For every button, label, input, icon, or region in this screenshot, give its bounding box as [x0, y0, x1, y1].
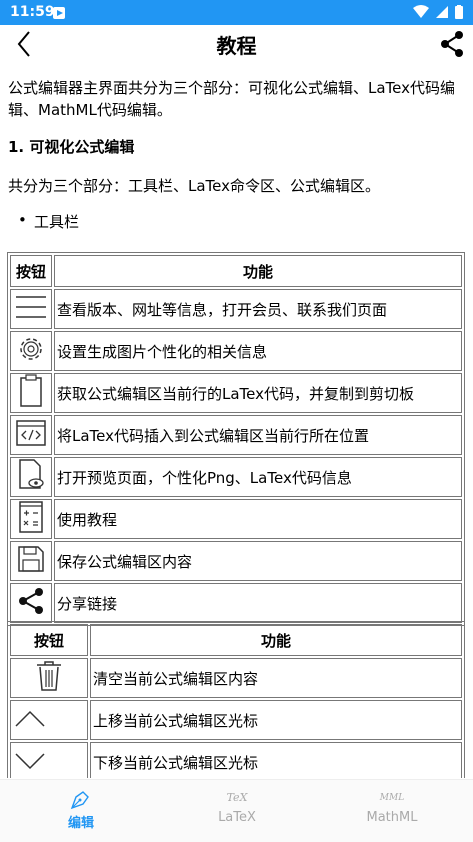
table-row: 分享链接	[10, 583, 462, 623]
table-header: 按钮	[10, 624, 88, 656]
table-cell: 使用教程	[54, 499, 462, 539]
table-header: 功能	[54, 255, 462, 287]
table-cell: 保存公式编辑区内容	[54, 541, 462, 581]
chevron-up-icon	[15, 710, 45, 727]
save-icon	[18, 546, 44, 572]
status-bar: 11:59	[0, 0, 473, 25]
tutorial-content[interactable]: 公式编辑器主界面共分为三个部分：可视化公式编辑、LaTex代码编辑、MathML…	[0, 70, 473, 778]
table-row: 清空当前公式编辑区内容	[10, 658, 462, 698]
icon-cell	[10, 415, 52, 455]
table-row: 将LaTex代码插入到公式编辑区当前行所在位置	[10, 415, 462, 455]
calculator-icon	[19, 501, 43, 533]
intro-text: 公式编辑器主界面共分为三个部分：可视化公式编辑、LaTex代码编辑、MathML…	[8, 79, 456, 119]
status-icons	[413, 5, 463, 19]
table-cell: 上移当前公式编辑区光标	[90, 700, 462, 740]
table-row: 获取公式编辑区当前行的LaTex代码，并复制到剪切板	[10, 373, 462, 413]
icon-cell	[10, 499, 52, 539]
pen-nib-icon	[70, 791, 89, 810]
table-cell: 打开预览页面，个性化Png、LaTex代码信息	[54, 457, 462, 497]
table-cell: 分享链接	[54, 583, 462, 623]
clipboard-icon	[20, 374, 42, 407]
table-cell: 获取公式编辑区当前行的LaTex代码，并复制到剪切板	[54, 373, 462, 413]
section-description: 共分为三个部分：工具栏、LaTex命令区、公式编辑区。	[8, 177, 381, 195]
section-heading: 1. 可视化公式编辑	[8, 138, 135, 156]
preview-file-icon	[19, 459, 44, 489]
tex-icon: TeX	[226, 791, 248, 804]
share-icon	[19, 588, 43, 614]
nav-tab-latex[interactable]: TeX LaTeX	[177, 786, 297, 825]
nav-tab-mathml[interactable]: MML MathML	[332, 786, 452, 825]
trash-icon	[37, 661, 61, 691]
table-header-row: 按钮 功能	[10, 624, 462, 656]
table-row: 设置生成图片个性化的相关信息	[10, 331, 462, 371]
table-row: 查看版本、网址等信息，打开会员、联系我们页面	[10, 289, 462, 329]
gear-icon	[20, 338, 42, 360]
table-row: 下移当前公式编辑区光标	[10, 742, 462, 778]
table-header: 按钮	[10, 255, 52, 287]
icon-cell	[10, 658, 88, 698]
chevron-down-icon	[15, 753, 45, 770]
menu-icon	[16, 296, 46, 318]
table-header: 功能	[90, 624, 462, 656]
page-title: 教程	[216, 34, 257, 58]
bullet-item: 工具栏	[18, 211, 79, 232]
icon-cell	[10, 373, 52, 413]
nav-label: MathML	[366, 810, 418, 825]
icon-cell	[10, 331, 52, 371]
status-time: 11:59	[10, 4, 55, 20]
signal-icon	[436, 6, 448, 18]
editor-table: 按钮 功能 清空当前公式编辑区内容 上移当前公式编辑区光标 下移当前公式编辑区光…	[7, 621, 465, 778]
icon-cell	[10, 742, 88, 778]
bottom-navigation: 编辑 TeX LaTeX MML MathML	[0, 779, 473, 842]
table-cell: 清空当前公式编辑区内容	[90, 658, 462, 698]
icon-cell	[10, 583, 52, 623]
icon-cell	[10, 700, 88, 740]
table-cell: 将LaTex代码插入到公式编辑区当前行所在位置	[54, 415, 462, 455]
nav-tab-edit[interactable]: 编辑	[21, 786, 141, 831]
icon-cell	[10, 541, 52, 581]
notification-app-icon	[53, 7, 65, 19]
nav-label: 编辑	[67, 816, 94, 831]
mml-icon: MML	[379, 793, 405, 803]
nav-label: LaTeX	[218, 810, 256, 825]
table-cell: 查看版本、网址等信息，打开会员、联系我们页面	[54, 289, 462, 329]
table-header-row: 按钮 功能	[10, 255, 462, 287]
table-cell: 设置生成图片个性化的相关信息	[54, 331, 462, 371]
table-row: 保存公式编辑区内容	[10, 541, 462, 581]
battery-icon	[455, 5, 463, 19]
wifi-icon	[413, 5, 429, 18]
app-bar: 教程	[0, 25, 473, 65]
table-row: 上移当前公式编辑区光标	[10, 700, 462, 740]
toolbar-table: 按钮 功能 查看版本、网址等信息，打开会员、联系我们页面 设置生成图片个性化的相…	[7, 252, 465, 626]
icon-cell	[10, 289, 52, 329]
icon-cell	[10, 457, 52, 497]
table-row: 打开预览页面，个性化Png、LaTex代码信息	[10, 457, 462, 497]
code-icon	[16, 420, 46, 446]
table-row: 使用教程	[10, 499, 462, 539]
table-cell: 下移当前公式编辑区光标	[90, 742, 462, 778]
share-icon[interactable]	[437, 29, 467, 59]
